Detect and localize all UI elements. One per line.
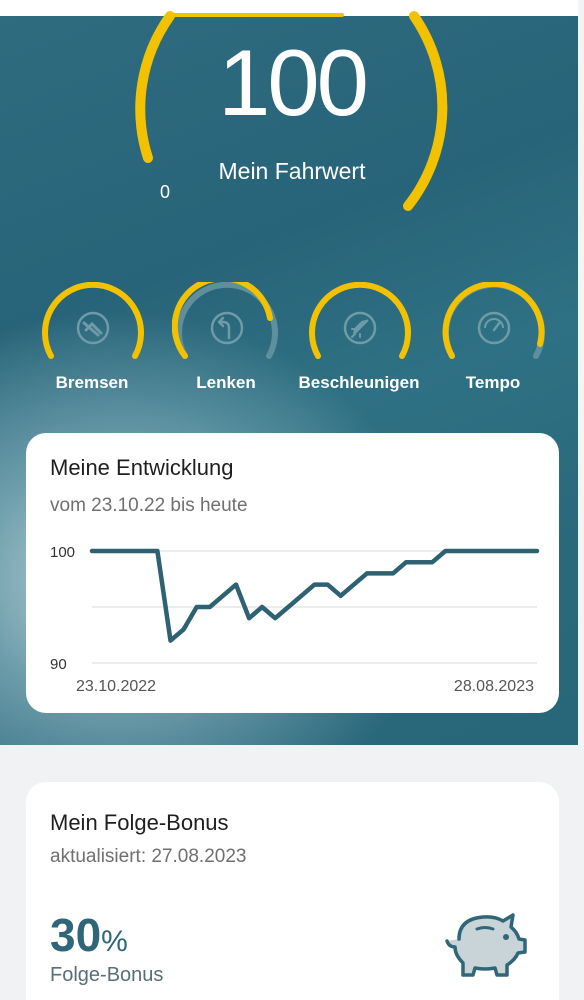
brake-icon [76,311,110,345]
development-chart: 100 90 23.10.2022 28.08.2023 [50,544,540,695]
bonus-value-unit: % [101,925,128,958]
piggy-bank-icon [445,913,527,977]
category-gauge-speed[interactable] [439,282,549,372]
score-label: Mein Fahrwert [218,158,366,184]
speedometer-icon [477,311,511,345]
steering-turn-icon [210,311,244,345]
category-label-speed: Tempo [465,373,521,392]
chart-series-line-0 [89,548,540,643]
rocket-icon [343,311,377,345]
chart-x-end-label: 28.08.2023 [454,678,534,695]
development-card[interactable]: Meine Entwicklung vom 23.10.22 bis heute… [26,433,559,713]
score-min-label: 0 [160,182,171,202]
score-value: 100 [218,30,369,135]
category-gauge-brake[interactable] [38,282,148,372]
bonus-value: 30% [50,908,128,962]
category-gauge-steering[interactable] [172,282,282,372]
chart-y-tick-label: 100 [50,544,75,561]
category-gauge-acceleration[interactable] [305,282,415,372]
chart-y-tick-label: 90 [50,656,67,673]
bonus-label: Folge-Bonus [50,964,164,986]
bonus-value-number: 30 [50,909,102,961]
bonus-title: Mein Folge-Bonus [50,810,229,835]
bonus-updated: aktualisiert: 27.08.2023 [50,846,247,867]
chart-x-start-label: 23.10.2022 [76,678,156,695]
